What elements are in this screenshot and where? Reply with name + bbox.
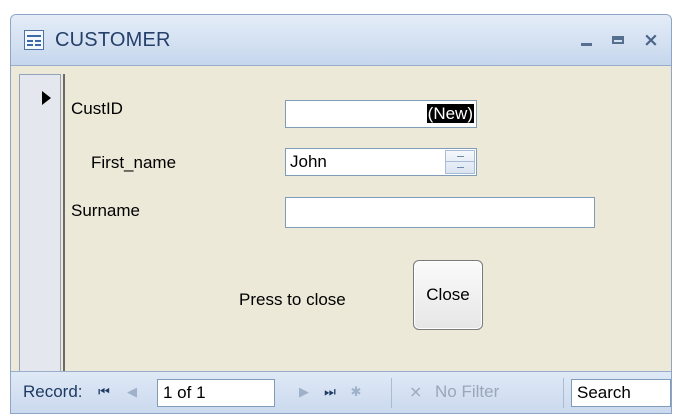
- current-record-arrow-icon: [42, 91, 51, 105]
- current-record-input[interactable]: 1 of 1: [157, 379, 275, 407]
- next-record-icon[interactable]: ▶: [293, 380, 315, 404]
- close-window-button[interactable]: ×: [637, 27, 665, 53]
- first-name-value: John: [290, 152, 327, 171]
- custid-value: (New): [426, 104, 474, 123]
- first-record-icon[interactable]: ⏮: [93, 380, 115, 404]
- spinner-up-icon[interactable]: [446, 151, 474, 162]
- record-selector[interactable]: [19, 74, 61, 372]
- custid-field[interactable]: (New): [285, 100, 477, 128]
- surname-label: Surname: [71, 201, 140, 220]
- customer-form-window: CUSTOMER × CustID (New) First_name John: [10, 14, 672, 414]
- last-record-icon[interactable]: ⏭: [319, 380, 341, 404]
- title-bar[interactable]: CUSTOMER ×: [11, 15, 671, 65]
- minimize-icon: [581, 43, 592, 46]
- close-button[interactable]: Close: [413, 260, 483, 330]
- search-input[interactable]: Search: [571, 379, 671, 407]
- form-icon: [24, 30, 44, 50]
- close-prompt-label: Press to close: [239, 290, 346, 309]
- form-body: CustID (New) First_name John Surname Pre…: [11, 65, 671, 372]
- surname-field[interactable]: [285, 197, 595, 228]
- custid-label: CustID: [71, 99, 123, 118]
- first-name-spinner[interactable]: [445, 150, 475, 174]
- nav-separator: [391, 378, 392, 408]
- record-label: Record:: [23, 382, 83, 401]
- filter-icon: ⨯: [409, 384, 423, 401]
- maximize-button[interactable]: [605, 27, 633, 53]
- close-icon: ×: [643, 29, 659, 51]
- maximize-icon: [612, 36, 624, 44]
- first-name-field[interactable]: John: [285, 148, 477, 176]
- nav-separator: [563, 378, 564, 408]
- form-detail-section: CustID (New) First_name John Surname Pre…: [63, 74, 671, 372]
- window-title: CUSTOMER: [55, 29, 171, 51]
- minimize-button[interactable]: [573, 27, 601, 53]
- new-record-icon[interactable]: ✱: [345, 380, 367, 404]
- previous-record-icon[interactable]: ◀: [121, 380, 143, 404]
- spinner-down-icon[interactable]: [446, 162, 474, 173]
- no-filter-button[interactable]: No Filter: [435, 382, 499, 402]
- first-name-label: First_name: [91, 153, 177, 172]
- record-navigation-bar: Record: ⏮ ◀ 1 of 1 ▶ ⏭ ✱ ⨯ No Filter Sea…: [11, 371, 671, 413]
